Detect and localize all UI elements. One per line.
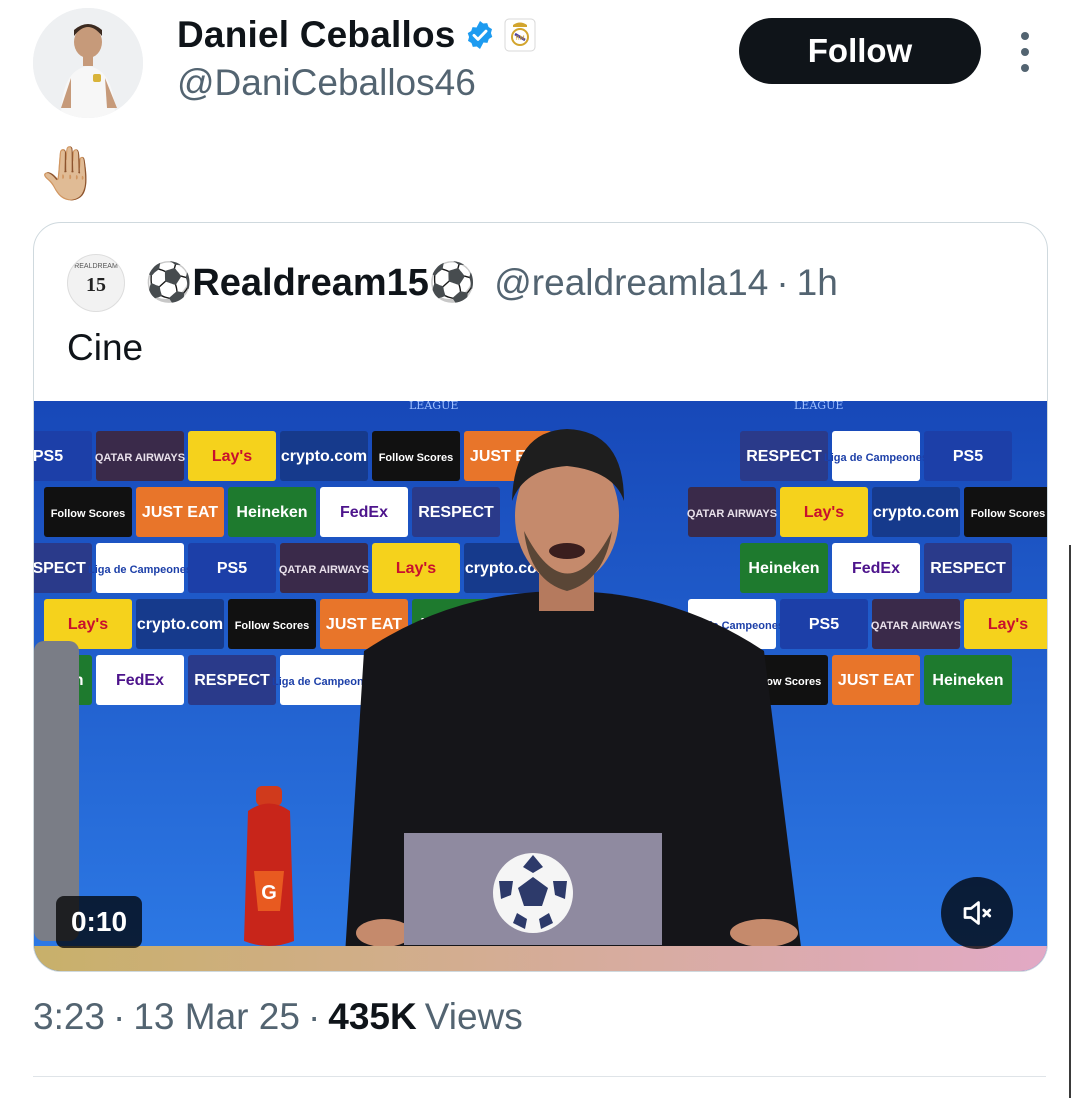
sponsor-board-label: PS5 <box>953 448 983 465</box>
sponsor-board-label: Lay's <box>804 504 844 521</box>
quoted-age[interactable]: 1h <box>797 262 838 304</box>
quoted-avatar-number: 15 <box>86 274 106 296</box>
quoted-author-handle[interactable]: @realdreamla14 <box>494 262 768 304</box>
video-duration: 0:10 <box>56 896 142 948</box>
tweet-date[interactable]: 13 Mar 25 <box>133 996 300 1038</box>
sponsor-board-label: Lay's <box>68 616 108 633</box>
sponsor-board-label: JUST EAT <box>838 672 914 689</box>
verified-badge-icon <box>464 19 496 51</box>
author-name[interactable]: Daniel Ceballos <box>177 14 456 56</box>
backdrop-header-left: LEAGUE <box>409 401 458 412</box>
sponsor-board-label: RESPECT <box>418 504 494 521</box>
quoted-tweet-card[interactable]: REALDREAM 15 ⚽Realdream15⚽ @realdreamla1… <box>33 222 1048 972</box>
author-name-row: Daniel Ceballos RM <box>177 14 536 56</box>
backdrop-header-right: LEAGUE <box>794 401 843 412</box>
divider <box>33 1076 1046 1077</box>
views-label: Views <box>424 996 523 1037</box>
meta-separator: · <box>307 996 321 1037</box>
sponsor-board-label: Lay's <box>396 560 436 577</box>
real-madrid-crest-icon: RM <box>504 18 536 52</box>
mute-toggle-icon[interactable] <box>941 877 1013 949</box>
author-avatar-image <box>33 8 143 118</box>
tweet-text: 🤚🏼 <box>37 145 102 203</box>
quoted-author-name[interactable]: ⚽Realdream15⚽ <box>145 261 476 305</box>
quoted-author-avatar[interactable]: REALDREAM 15 <box>67 254 125 312</box>
sponsor-board-label: PS5 <box>217 560 247 577</box>
sponsor-board-label: RESPECT <box>930 560 1006 577</box>
sponsor-board-label: Follow Scores <box>379 452 454 464</box>
sponsor-board-label: JUST EAT <box>142 504 218 521</box>
svg-text:G: G <box>261 882 277 904</box>
sponsor-board-label: Liga de Campeones <box>272 676 376 688</box>
sponsor-board-label: QATAR AIRWAYS <box>279 564 369 576</box>
meta-separator: · <box>113 996 126 1037</box>
quoted-avatar-caption: REALDREAM <box>74 263 118 270</box>
sponsor-board-label: Liga de Campeones <box>88 564 192 576</box>
more-options-icon[interactable] <box>1014 32 1036 72</box>
sponsor-board-label: crypto.com <box>137 616 223 633</box>
tweet-time[interactable]: 3:23 <box>33 996 105 1038</box>
sponsor-board-label: Liga de Campeones <box>824 452 928 464</box>
sponsor-board-label: QATAR AIRWAYS <box>871 620 961 632</box>
quoted-tweet-text: Cine <box>67 327 144 368</box>
sponsor-board-label: Follow Scores <box>971 508 1046 520</box>
sponsor-board-label: QATAR AIRWAYS <box>687 508 777 520</box>
sponsor-board-label: PS5 <box>809 616 839 633</box>
sponsor-board-label: Heineken <box>748 560 819 577</box>
video-player[interactable]: PS5 QATAR AIRWAYS Lay's crypto.com Follow Sc… <box>34 401 1047 971</box>
sponsor-board-label: FedEx <box>116 672 164 689</box>
sponsor-board-label: RESPECT <box>746 448 822 465</box>
sponsor-board-label: Lay's <box>988 616 1028 633</box>
follow-button[interactable]: Follow <box>739 18 981 84</box>
sponsor-board-label: Heineken <box>236 504 307 521</box>
sponsor-board-label: PS5 <box>34 448 63 465</box>
svg-text:RM: RM <box>515 35 524 42</box>
sponsor-board-label: QATAR AIRWAYS <box>95 452 185 464</box>
sponsor-board-label: Lay's <box>212 448 252 465</box>
sponsor-board-label: FedEx <box>852 560 900 577</box>
author-handle[interactable]: @DaniCeballos46 <box>177 62 476 104</box>
author-avatar[interactable] <box>33 8 143 118</box>
sponsor-board-label: JUST EAT <box>326 616 402 633</box>
views-count: 435K <box>328 996 417 1037</box>
tweet-meta: 3:23 · 13 Mar 25 · 435K Views <box>33 996 523 1038</box>
sponsor-board-label: Follow Scores <box>235 620 310 632</box>
sponsor-board-label: crypto.com <box>281 448 367 465</box>
quoted-tweet-header: REALDREAM 15 ⚽Realdream15⚽ @realdreamla1… <box>67 254 838 312</box>
sponsor-board-label: FedEx <box>340 504 388 521</box>
video-frame: PS5 QATAR AIRWAYS Lay's crypto.com Follow Sc… <box>34 401 1047 971</box>
sponsor-board-label: Heineken <box>932 672 1003 689</box>
sponsor-board-label: crypto.com <box>873 504 959 521</box>
quoted-separator: · <box>776 262 789 303</box>
sponsor-board-label: Follow Scores <box>51 508 126 520</box>
sponsor-board-label: RESPECT <box>194 672 270 689</box>
sponsor-board-label: RESPECT <box>34 560 86 577</box>
